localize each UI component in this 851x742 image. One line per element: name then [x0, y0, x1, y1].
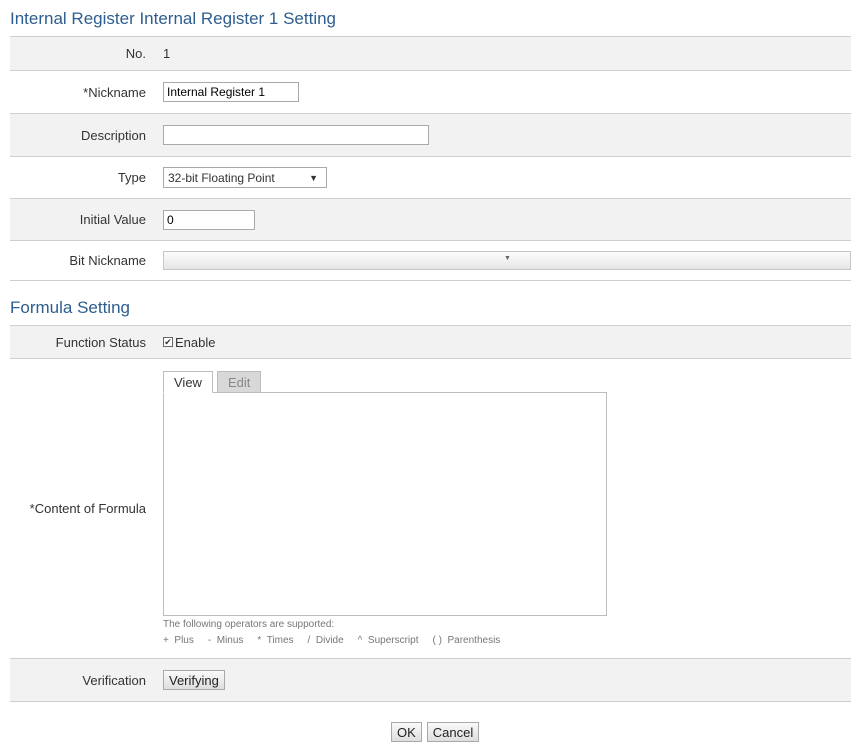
operator-parenthesis: ( ) Parenthesis — [432, 635, 501, 646]
formula-content-area[interactable] — [163, 392, 607, 616]
operator-divide: / Divide — [307, 635, 344, 646]
operators-list: + Plus - Minus * Times / Divide ^ Supers… — [163, 635, 514, 646]
register-section-title: Internal Register Internal Register 1 Se… — [10, 9, 337, 28]
cancel-button[interactable]: Cancel — [426, 722, 480, 742]
enable-checkbox[interactable]: ✔ — [163, 337, 173, 347]
verification-label: Verification — [10, 659, 150, 701]
verifying-button[interactable]: Verifying — [163, 670, 225, 690]
tab-view[interactable]: View — [163, 371, 213, 393]
dialog-buttons: OK Cancel — [391, 722, 480, 742]
no-row: No. 1 — [10, 37, 851, 71]
formula-settings-table: Function Status ✔ Enable *Content of For… — [10, 325, 851, 702]
formula-section-title: Formula Setting — [10, 298, 130, 317]
function-status-label: Function Status — [10, 326, 150, 358]
nickname-row: *Nickname — [10, 71, 851, 114]
content-of-formula-row: *Content of Formula View Edit The follow… — [10, 359, 851, 659]
nickname-label: *Nickname — [10, 71, 150, 113]
operators-caption: The following operators are supported: — [163, 619, 335, 630]
bit-nickname-dropdown[interactable]: ▼ — [163, 251, 851, 270]
type-label: Type — [10, 157, 150, 198]
initial-value-input[interactable] — [163, 209, 255, 230]
type-select-value: 32-bit Floating Point — [168, 170, 275, 185]
ok-button[interactable]: OK — [391, 722, 422, 742]
bit-nickname-row: Bit Nickname ▼ — [10, 241, 851, 281]
no-value: 1 — [163, 46, 171, 61]
description-row: Description — [10, 114, 851, 157]
no-label: No. — [10, 37, 150, 70]
register-settings-table: No. 1 *Nickname Description Type 32-bit … — [10, 36, 851, 281]
initial-value-label: Initial Value — [10, 199, 150, 240]
operator-plus: + Plus — [163, 635, 194, 646]
operator-minus: - Minus — [207, 635, 244, 646]
nickname-input[interactable] — [163, 82, 299, 102]
description-label: Description — [10, 114, 150, 156]
operator-superscript: ^ Superscript — [357, 635, 419, 646]
operator-times: * Times — [257, 635, 294, 646]
formula-tabs: View Edit — [163, 371, 265, 393]
check-icon: ✔ — [164, 336, 172, 347]
caret-down-icon: ▼ — [504, 255, 511, 262]
type-select[interactable]: 32-bit Floating Point ▼ — [163, 167, 327, 188]
caret-down-icon: ▼ — [309, 172, 318, 183]
content-of-formula-label: *Content of Formula — [10, 359, 150, 658]
enable-label[interactable]: Enable — [175, 335, 215, 350]
verification-row: Verification Verifying — [10, 659, 851, 702]
bit-nickname-label: Bit Nickname — [10, 241, 150, 280]
description-input[interactable] — [163, 125, 429, 145]
initial-value-row: Initial Value — [10, 199, 851, 241]
function-status-row: Function Status ✔ Enable — [10, 326, 851, 359]
tab-edit[interactable]: Edit — [216, 371, 262, 393]
type-row: Type 32-bit Floating Point ▼ — [10, 157, 851, 199]
